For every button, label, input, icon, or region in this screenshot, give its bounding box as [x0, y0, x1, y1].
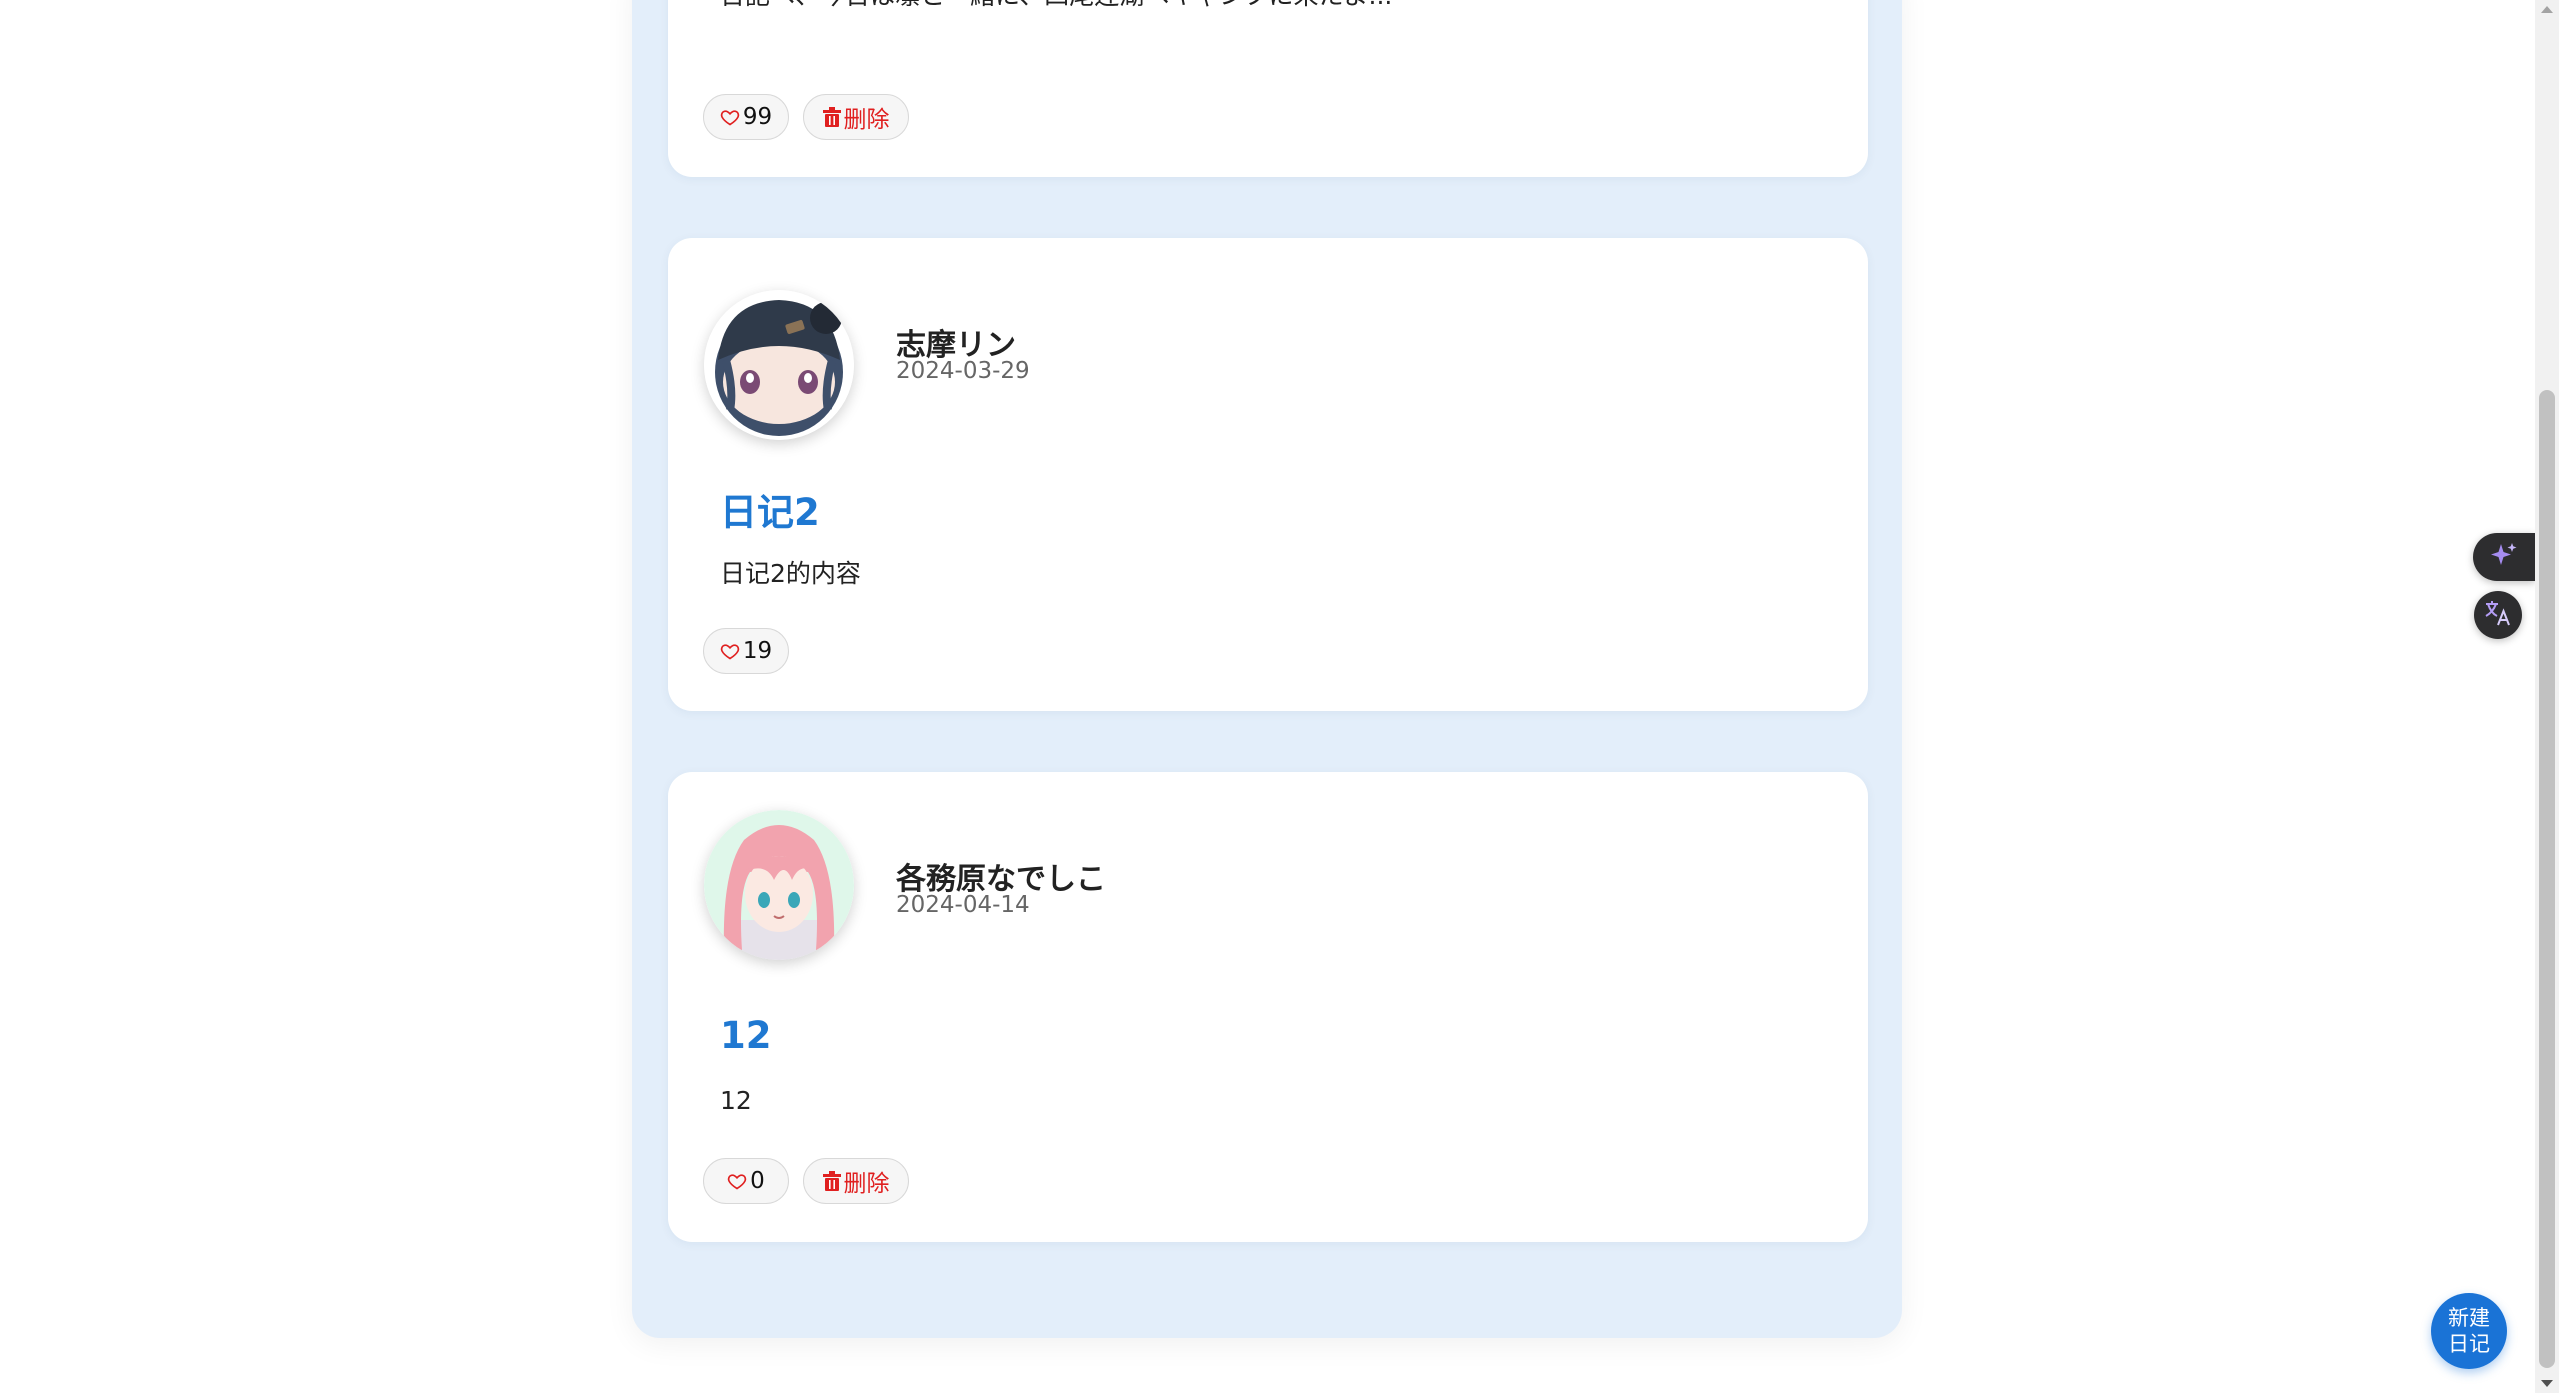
trash-icon — [822, 1171, 841, 1191]
translate-icon — [2483, 598, 2513, 632]
diary-page: 日記へ、今日は凛と一緒に、四尾连湖へキャンプに来たよ... 99 删除 — [0, 0, 2559, 1393]
post-date: 2024-03-29 — [896, 358, 1030, 384]
heart-outline-icon — [727, 1171, 747, 1191]
post-date: 2024-04-14 — [896, 892, 1030, 918]
translate-button[interactable] — [2474, 591, 2522, 639]
delete-label: 删除 — [843, 1171, 890, 1197]
entry-title[interactable]: 日记2 — [720, 482, 820, 536]
entry-excerpt: 日记2的内容 — [720, 559, 861, 588]
heart-outline-icon — [720, 107, 740, 127]
entry-excerpt: 12 — [720, 1086, 752, 1115]
entry-title[interactable]: 12 — [720, 1014, 772, 1057]
like-count: 19 — [742, 638, 773, 664]
scroll-up-arrow-icon[interactable] — [2541, 6, 2553, 13]
sparkle-icon — [2489, 540, 2519, 574]
new-diary-label-line1: 新建 — [2448, 1306, 2490, 1330]
delete-label: 删除 — [843, 107, 890, 133]
heart-outline-icon — [720, 641, 740, 661]
diary-card: 志摩リン 2024-03-29 日记2 日记2的内容 19 — [668, 238, 1868, 711]
delete-button[interactable]: 删除 — [803, 94, 909, 140]
like-button[interactable]: 99 — [703, 94, 789, 140]
like-count: 99 — [742, 104, 773, 130]
scroll-down-arrow-icon[interactable] — [2541, 1380, 2553, 1387]
like-button[interactable]: 0 — [703, 1158, 789, 1204]
like-button[interactable]: 19 — [703, 628, 789, 674]
new-diary-label-line2: 日记 — [2448, 1332, 2490, 1356]
author-avatar — [704, 290, 854, 440]
page-scrollbar[interactable] — [2535, 0, 2559, 1393]
entry-excerpt: 日記へ、今日は凛と一緒に、四尾连湖へキャンプに来たよ... — [720, 0, 1392, 12]
diary-card: 各務原なでしこ 2024-04-14 12 12 0 删除 — [668, 772, 1868, 1242]
scrollbar-thumb[interactable] — [2539, 390, 2555, 1368]
new-diary-button[interactable]: 新建 日记 — [2431, 1293, 2507, 1369]
author-avatar — [704, 810, 854, 960]
ai-assistant-button[interactable] — [2473, 533, 2535, 581]
like-count: 0 — [750, 1168, 765, 1194]
diary-card: 日記へ、今日は凛と一緒に、四尾连湖へキャンプに来たよ... 99 删除 — [668, 0, 1868, 177]
delete-button[interactable]: 删除 — [803, 1158, 909, 1204]
trash-icon — [822, 107, 841, 127]
